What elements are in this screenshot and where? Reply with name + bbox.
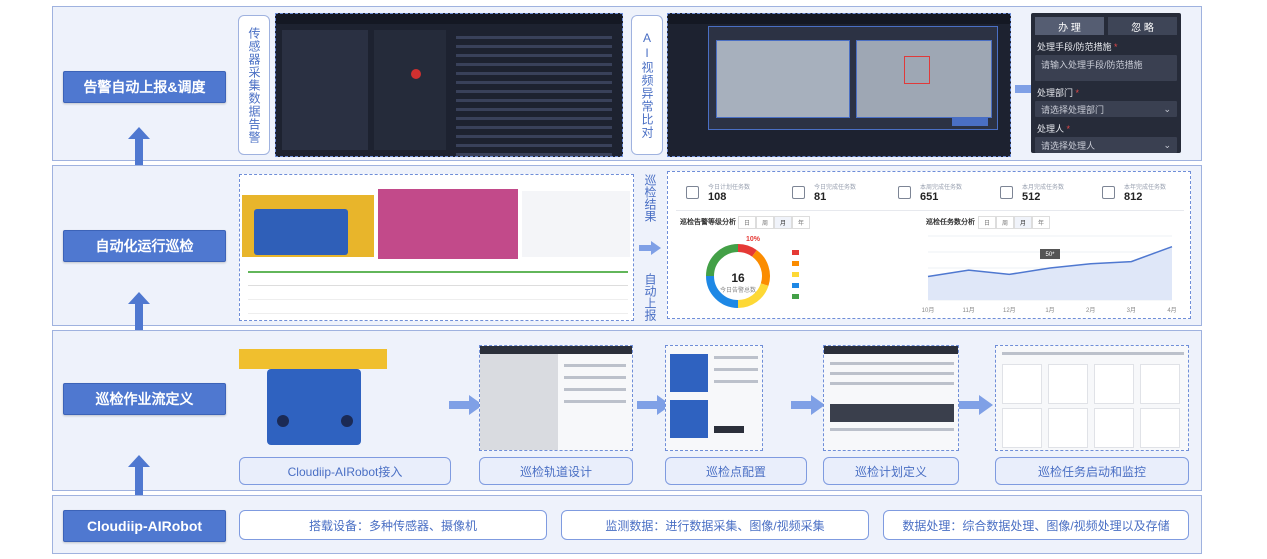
calendar-icon bbox=[686, 186, 699, 199]
right-arrow-icon bbox=[791, 395, 825, 415]
x-tick-label: 4月 bbox=[1167, 307, 1176, 314]
robot-feature: 搭载设备：多种传感器、摄像机 bbox=[239, 510, 547, 540]
kpi-card: 本周完成任务数 651 bbox=[898, 182, 993, 206]
chevron-down-icon: ⌄ bbox=[1163, 139, 1171, 150]
step-caption: 巡检点配置 bbox=[665, 457, 807, 485]
check-icon bbox=[898, 186, 911, 199]
sensor-alarm-screenshot bbox=[275, 13, 623, 157]
dept-label: 处理部门 * bbox=[1037, 88, 1080, 98]
up-arrow-icon bbox=[128, 292, 150, 332]
right-arrow-icon bbox=[959, 395, 993, 415]
dept-select[interactable]: 请选择处理部门 ⌄ bbox=[1035, 101, 1177, 117]
alarm-chart-title: 巡检告警等级分析 bbox=[680, 219, 736, 226]
tab-month[interactable]: 月 bbox=[1014, 216, 1033, 229]
robot-feature: 监测数据：进行数据采集、图像/视频采集 bbox=[561, 510, 869, 540]
step-caption: 巡检任务启动和监控 bbox=[995, 457, 1189, 485]
tab-month[interactable]: 月 bbox=[774, 216, 793, 229]
person-select[interactable]: 请选择处理人 ⌄ bbox=[1035, 137, 1177, 153]
handle-form: 办 理 忽 略 处理手段/防范措施 * 请输入处理手段/防范措施 处理部门 * … bbox=[1031, 13, 1181, 153]
kpi-card: 本月完成任务数 512 bbox=[1000, 182, 1095, 206]
task-monitor-screenshot bbox=[995, 345, 1189, 451]
stage-label-alarm: 告警自动上报&调度 bbox=[63, 71, 226, 103]
sensor-alarm-label: 传感器采集数据告警 bbox=[238, 15, 270, 155]
tab-week[interactable]: 周 bbox=[996, 216, 1015, 229]
tab-year[interactable]: 年 bbox=[792, 216, 811, 229]
robot-feature: 数据处理：综合数据处理、图像/视频处理以及存储 bbox=[883, 510, 1189, 540]
stage-label-robot: Cloudiip-AIRobot bbox=[63, 510, 226, 542]
result-label: 巡检结果 bbox=[643, 174, 657, 222]
step-caption: 巡检计划定义 bbox=[823, 457, 959, 485]
stage-label-inspection: 自动化运行巡检 bbox=[63, 230, 226, 262]
robot-row: Cloudiip-AIRobot 搭载设备：多种传感器、摄像机 监测数据：进行数… bbox=[52, 495, 1202, 554]
measures-input[interactable]: 请输入处理手段/防范措施 bbox=[1035, 55, 1177, 81]
inspection-dashboard: 今日计划任务数 108 今日完成任务数 81 本周完成任务数 651 本月完成任务数 5… bbox=[667, 171, 1191, 319]
kpi-card: 今日计划任务数 108 bbox=[686, 182, 781, 206]
inspection-screenshot bbox=[239, 174, 634, 321]
x-tick-label: 10月 bbox=[922, 307, 935, 314]
workflow-row: 巡检作业流定义 Cloudiip-AIRobot接入 巡检轨道设计 巡检点配置 … bbox=[52, 330, 1202, 491]
tooltip-label: 50* bbox=[1045, 252, 1055, 258]
calendar-icon bbox=[1102, 186, 1115, 199]
legend-swatch bbox=[792, 261, 799, 266]
right-arrow-icon bbox=[449, 395, 483, 415]
donut-annotation: 10% bbox=[746, 236, 761, 243]
x-tick-label: 12月 bbox=[1003, 307, 1016, 314]
up-arrow-icon bbox=[128, 455, 150, 495]
x-tick-label: 2月 bbox=[1086, 307, 1095, 314]
donut-legend bbox=[792, 250, 799, 305]
legend-swatch bbox=[792, 294, 799, 299]
legend-swatch bbox=[792, 283, 799, 288]
tab-year[interactable]: 年 bbox=[1032, 216, 1051, 229]
task-area-chart: 10月 11月 12月 1月 2月 3月 4月 50* bbox=[922, 235, 1177, 314]
point-config-screenshot bbox=[665, 345, 763, 451]
robot-image bbox=[239, 345, 387, 451]
plan-definition-screenshot bbox=[823, 345, 959, 451]
legend-swatch bbox=[792, 272, 799, 277]
person-label: 处理人 * bbox=[1037, 124, 1071, 134]
inspection-row: 自动化运行巡检 巡检结果 自动上报 今日计划任务数 108 今日完成任务数 81 本… bbox=[52, 165, 1202, 326]
kpi-card: 本年完成任务数 812 bbox=[1102, 182, 1197, 206]
tab-handle[interactable]: 办 理 bbox=[1035, 17, 1104, 35]
step-caption: Cloudiip-AIRobot接入 bbox=[239, 457, 451, 485]
calendar-icon bbox=[1000, 186, 1013, 199]
kpi-card: 今日完成任务数 81 bbox=[792, 182, 887, 206]
up-arrow-icon bbox=[128, 127, 150, 167]
task-chart-title: 巡检任务数分析 bbox=[926, 219, 975, 226]
right-arrow-icon bbox=[639, 240, 661, 255]
stage-label-workflow: 巡检作业流定义 bbox=[63, 383, 226, 415]
check-icon bbox=[792, 186, 805, 199]
alarm-row: 告警自动上报&调度 传感器采集数据告警 AI视频异常比对 办 理 忽 略 处理手… bbox=[52, 6, 1202, 161]
x-tick-label: 11月 bbox=[963, 307, 975, 314]
donut-slice bbox=[737, 244, 757, 257]
auto-report-label: 自动上报 bbox=[643, 273, 657, 321]
donut-center-label: 今日告警总数 bbox=[719, 288, 756, 294]
tab-day[interactable]: 日 bbox=[978, 216, 997, 229]
x-tick-label: 3月 bbox=[1127, 307, 1136, 314]
donut-center-value: 16 bbox=[731, 271, 745, 285]
architecture-diagram: 告警自动上报&调度 传感器采集数据告警 AI视频异常比对 办 理 忽 略 处理手… bbox=[0, 0, 1267, 559]
track-design-screenshot bbox=[479, 345, 633, 451]
tab-ignore[interactable]: 忽 略 bbox=[1108, 17, 1177, 35]
task-chart-tabs: 日 周 月 年 bbox=[978, 216, 1051, 229]
measures-label: 处理手段/防范措施 * bbox=[1037, 42, 1118, 52]
ai-video-label: AI视频异常比对 bbox=[631, 15, 663, 155]
x-tick-label: 1月 bbox=[1045, 307, 1054, 314]
legend-swatch bbox=[792, 250, 799, 255]
chevron-down-icon: ⌄ bbox=[1163, 103, 1171, 114]
tab-week[interactable]: 周 bbox=[756, 216, 775, 229]
step-caption: 巡检轨道设计 bbox=[479, 457, 633, 485]
alarm-chart-tabs: 日 周 月 年 bbox=[738, 216, 811, 229]
ai-video-screenshot bbox=[667, 13, 1011, 157]
tab-day[interactable]: 日 bbox=[738, 216, 757, 229]
